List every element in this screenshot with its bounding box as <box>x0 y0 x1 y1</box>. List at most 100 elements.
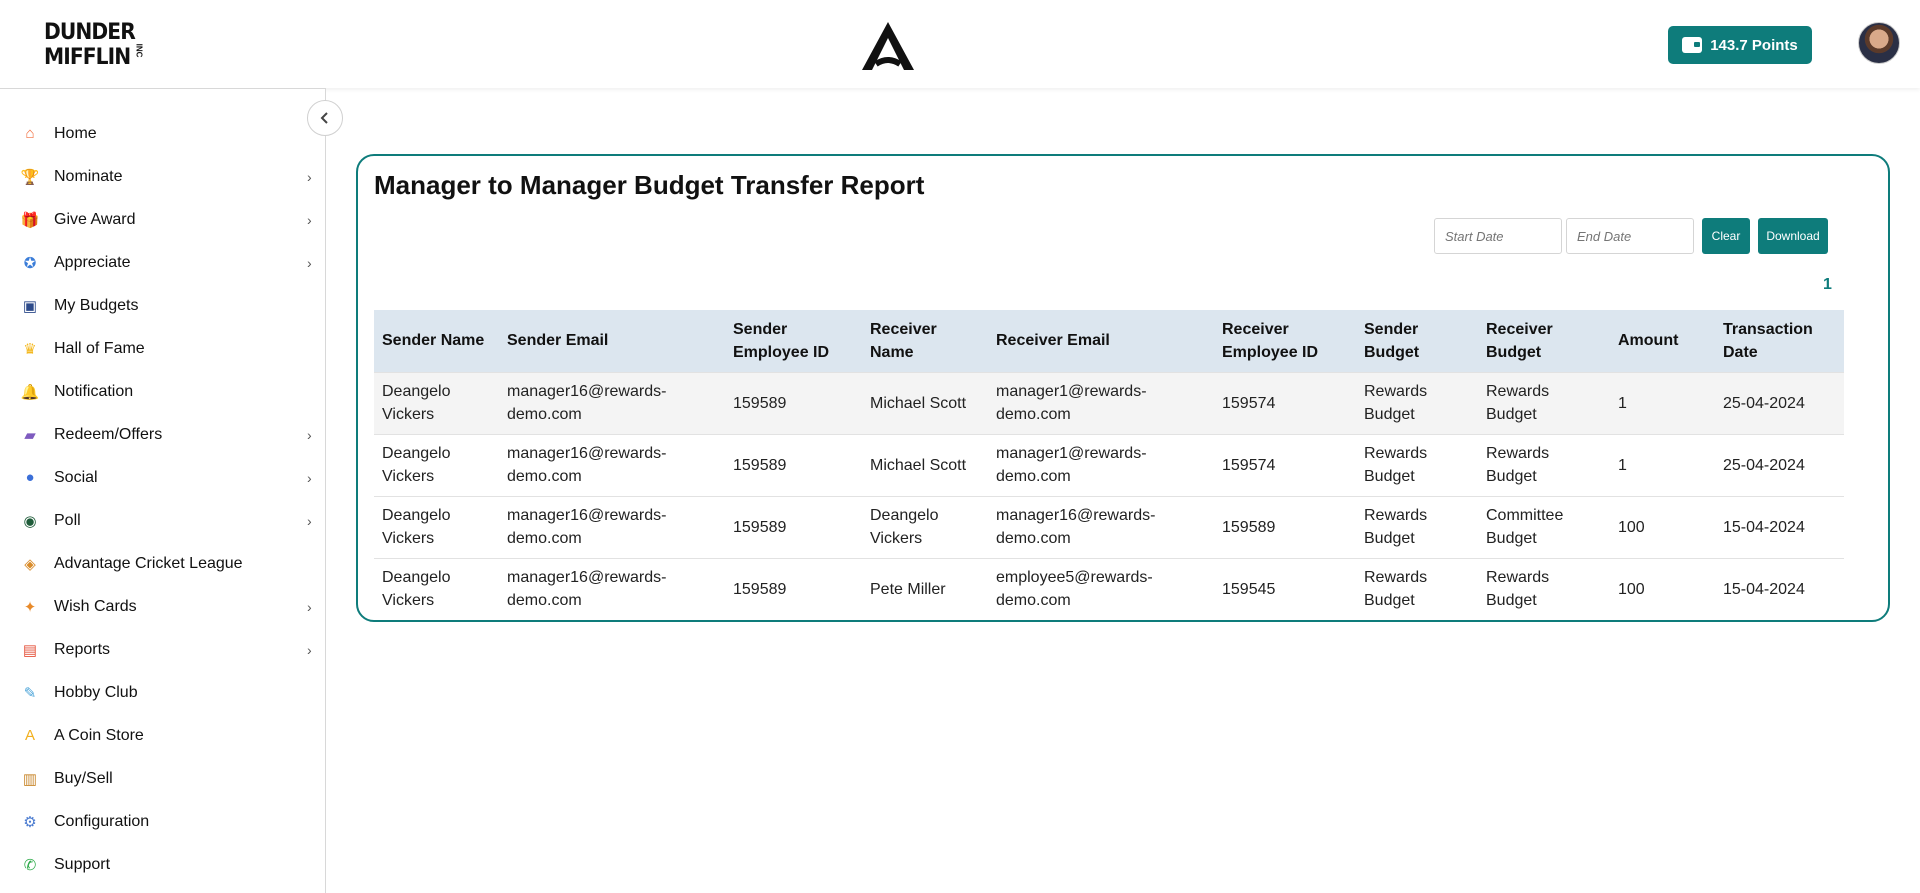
table-cell: Rewards Budget <box>1478 371 1610 434</box>
clipboard-icon: ▤ <box>22 641 38 659</box>
table-cell: Michael Scott <box>862 433 988 496</box>
sidebar-item-configuration[interactable]: ⚙ Configuration <box>0 800 326 843</box>
table-cell: Rewards Budget <box>1478 557 1610 620</box>
column-header[interactable]: Receiver Employee ID <box>1214 310 1356 372</box>
table-cell: Deangelo Vickers <box>374 495 499 558</box>
table-cell: manager1@rewards-demo.com <box>988 371 1214 434</box>
chevron-right-icon: › <box>307 598 312 615</box>
table-cell: Deangelo Vickers <box>862 495 988 558</box>
table-cell: manager16@rewards-demo.com <box>499 371 725 434</box>
column-header[interactable]: Transaction Date <box>1715 310 1844 372</box>
column-header[interactable]: Sender Employee ID <box>725 310 862 372</box>
chevron-right-icon: › <box>307 254 312 271</box>
chevron-right-icon: › <box>307 211 312 228</box>
sidebar-item-nominate[interactable]: 🏆 Nominate › <box>0 155 326 198</box>
table-cell: Pete Miller <box>862 557 988 620</box>
sidebar-item-home[interactable]: ⌂ Home <box>0 112 326 155</box>
table-cell: Michael Scott <box>862 371 988 434</box>
sidebar-item-redeem-offers[interactable]: ▰ Redeem/Offers › <box>0 413 326 456</box>
budget-icon: ▣ <box>22 297 38 315</box>
table-row: Deangelo Vickers manager16@rewards-demo.c… <box>374 371 1844 434</box>
column-header[interactable]: Receiver Budget <box>1478 310 1610 372</box>
sidebar-item-wish-cards[interactable]: ✦ Wish Cards › <box>0 585 326 628</box>
table-row: Deangelo Vickers manager16@rewards-demo.c… <box>374 495 1844 558</box>
report-card: Manager to Manager Budget Transfer Repor… <box>356 154 1890 622</box>
table-row: Deangelo Vickers manager16@rewards-demo.c… <box>374 433 1844 496</box>
party-icon: ✦ <box>23 598 37 616</box>
table-row: Deangelo Vickers manager16@rewards-demo.c… <box>374 557 1844 620</box>
chevron-right-icon: › <box>307 168 312 185</box>
sidebar-item-a-coin-store[interactable]: A A Coin Store <box>0 714 326 757</box>
collapse-sidebar-button[interactable] <box>307 100 343 136</box>
a-logo-icon[interactable] <box>860 20 916 72</box>
sidebar-item-give-award[interactable]: 🎁 Give Award › <box>0 198 326 241</box>
sidebar-item-label: Social <box>54 468 98 486</box>
table-cell: 159589 <box>725 371 862 434</box>
pagination-page-1[interactable]: 1 <box>1823 276 1832 294</box>
crown-icon: ♛ <box>23 340 37 358</box>
table-cell: manager1@rewards-demo.com <box>988 433 1214 496</box>
table-cell: Rewards Budget <box>1356 371 1478 434</box>
gift-icon: 🎁 <box>20 211 40 229</box>
column-header[interactable]: Amount <box>1610 310 1715 372</box>
sidebar-item-label: Give Award <box>54 210 136 228</box>
column-header[interactable]: Sender Email <box>499 310 725 372</box>
dunder-mifflin-logo[interactable]: DUNDER MIFFLIN INC <box>44 20 144 72</box>
sidebar-item-my-budgets[interactable]: ▣ My Budgets <box>0 284 326 327</box>
table-cell: Committee Budget <box>1478 495 1610 558</box>
sidebar-item-label: Advantage Cricket League <box>54 554 243 572</box>
table-header-row: Sender Name Sender Email Sender Employee I… <box>374 310 1844 372</box>
chevron-right-icon: › <box>307 641 312 658</box>
table-cell: Deangelo Vickers <box>374 433 499 496</box>
sidebar-item-support[interactable]: ✆ Support <box>0 843 326 886</box>
bell-icon: 🔔 <box>20 383 40 401</box>
clear-button[interactable]: Clear <box>1702 218 1750 254</box>
points-button[interactable]: 143.7 Points <box>1668 26 1812 64</box>
table-cell: manager16@rewards-demo.com <box>499 433 725 496</box>
end-date-input[interactable] <box>1566 218 1694 254</box>
avatar[interactable] <box>1858 22 1900 64</box>
table-cell: 15-04-2024 <box>1715 557 1844 620</box>
sidebar-item-label: Appreciate <box>54 253 131 271</box>
sidebar-item-hall-of-fame[interactable]: ♛ Hall of Fame <box>0 327 326 370</box>
sidebar-item-label: Reports <box>54 640 111 658</box>
start-date-input[interactable] <box>1434 218 1562 254</box>
transfer-table: Sender Name Sender Email Sender Employee I… <box>374 310 1844 620</box>
download-button[interactable]: Download <box>1758 218 1828 254</box>
column-header[interactable]: Sender Name <box>374 310 499 372</box>
sidebar-item-poll[interactable]: ◉ Poll › <box>0 499 326 542</box>
sidebar-item-label: Hall of Fame <box>54 339 145 357</box>
chevron-left-icon <box>320 112 328 124</box>
sidebar-item-appreciate[interactable]: ✪ Appreciate › <box>0 241 326 284</box>
sidebar-item-reports[interactable]: ▤ Reports › <box>0 628 326 671</box>
table-cell: manager16@rewards-demo.com <box>499 495 725 558</box>
chevron-right-icon: › <box>307 426 312 443</box>
logo-inc: INC <box>134 43 144 58</box>
top-header: DUNDER MIFFLIN INC 143.7 Points <box>0 0 1920 88</box>
table-cell: Rewards Budget <box>1356 557 1478 620</box>
sidebar-item-buy-sell[interactable]: ▥ Buy/Sell <box>0 757 326 800</box>
sidebar-item-label: A Coin Store <box>54 726 144 744</box>
sidebar-item-notification[interactable]: 🔔 Notification <box>0 370 326 413</box>
poll-icon: ◉ <box>23 512 37 530</box>
trophy-icon: 🏆 <box>20 168 40 186</box>
column-header[interactable]: Sender Budget <box>1356 310 1478 372</box>
table-cell: Rewards Budget <box>1356 433 1478 496</box>
sidebar-item-social[interactable]: ● Social › <box>0 456 326 499</box>
sidebar-item-label: My Budgets <box>54 296 139 314</box>
column-header[interactable]: Receiver Name <box>862 310 988 372</box>
table-cell: 159589 <box>725 433 862 496</box>
wallet-icon <box>1682 37 1703 53</box>
table-cell: 100 <box>1610 557 1715 620</box>
table-cell: 15-04-2024 <box>1715 495 1844 558</box>
sidebar-item-label: Notification <box>54 382 134 400</box>
sidebar-item-advantage-cricket-league[interactable]: ◈ Advantage Cricket League <box>0 542 326 585</box>
table-cell: 25-04-2024 <box>1715 433 1844 496</box>
table-cell: manager16@rewards-demo.com <box>499 557 725 620</box>
table-cell: 159589 <box>1214 495 1356 558</box>
logo-line-2: MIFFLIN <box>44 45 131 70</box>
points-label: 143.7 Points <box>1710 36 1798 54</box>
sidebar-item-hobby-club[interactable]: ✎ Hobby Club <box>0 671 326 714</box>
sidebar-item-label: Redeem/Offers <box>54 425 163 443</box>
column-header[interactable]: Receiver Email <box>988 310 1214 372</box>
